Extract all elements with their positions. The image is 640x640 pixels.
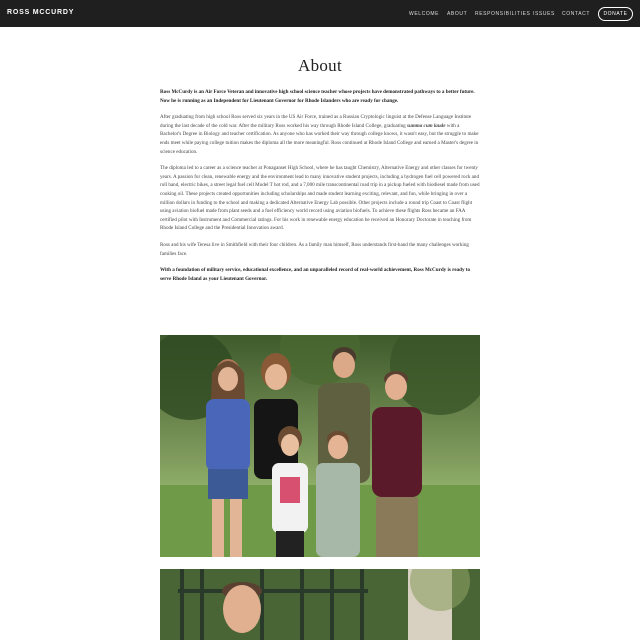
family-photo-image xyxy=(160,335,480,557)
intro-paragraph: Ross McCurdy is an Air Force Veteran and… xyxy=(160,89,475,104)
donate-button[interactable]: DONATE xyxy=(598,7,633,21)
nav-welcome[interactable]: WELCOME xyxy=(409,11,439,17)
nav-about[interactable]: ABOUT xyxy=(447,11,467,17)
portrait-photo-image xyxy=(160,569,480,640)
portrait-photo xyxy=(160,569,480,640)
site-brand-link[interactable]: ROSS MCCURDY xyxy=(7,9,74,16)
family-paragraph: Ross and his wife Teresa live in Smithfi… xyxy=(160,241,469,257)
top-navigation-bar: ROSS MCCURDY WELCOME ABOUT RESPONSIBILIT… xyxy=(0,0,640,27)
nav-responsibilities[interactable]: RESPONSIBILITIES xyxy=(475,11,530,17)
about-content: About Ross McCurdy is an Air Force Veter… xyxy=(160,56,480,291)
military-education-paragraph: After graduating from high school Ross s… xyxy=(160,113,480,156)
closing-paragraph: With a foundation of military service, e… xyxy=(160,267,471,282)
honors-text: summa cum laude xyxy=(407,122,446,129)
page-title: About xyxy=(298,56,342,75)
nav-contact[interactable]: CONTACT xyxy=(562,11,590,17)
family-photo xyxy=(160,335,480,557)
nav-issues[interactable]: ISSUES xyxy=(533,11,555,17)
teaching-career-paragraph: The diploma led to a career as a science… xyxy=(160,165,480,232)
